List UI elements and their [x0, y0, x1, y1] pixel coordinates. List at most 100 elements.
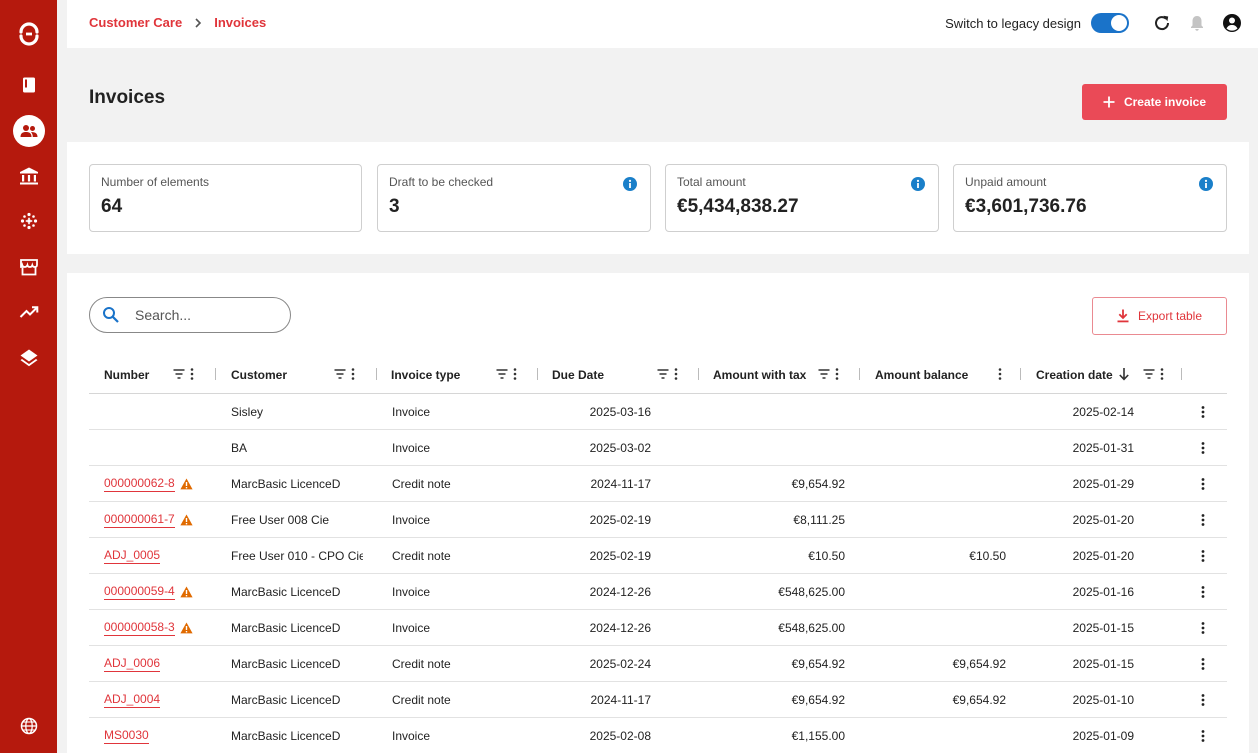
kpi-value: 3 — [389, 196, 400, 217]
row-actions-button[interactable] — [1195, 440, 1211, 456]
creation-date-cell: 2025-02-14 — [1072, 405, 1134, 419]
account-button[interactable] — [1220, 11, 1244, 35]
invoice-number-link[interactable]: MS0030 — [104, 728, 149, 744]
column-header-due-date[interactable]: Due Date — [552, 356, 604, 394]
more-vertical-icon[interactable] — [674, 367, 678, 381]
filter-icon[interactable] — [333, 367, 347, 381]
amount-with-tax-cell: €548,625.00 — [778, 585, 845, 599]
sidebar-item-language[interactable] — [0, 708, 57, 744]
due-date-cell: 2024-11-17 — [590, 693, 652, 707]
column-separator[interactable] — [698, 368, 699, 380]
create-invoice-button[interactable]: Create invoice — [1082, 84, 1227, 120]
create-invoice-label: Create invoice — [1123, 95, 1207, 109]
filter-icon[interactable] — [172, 367, 186, 381]
invoice-number-link[interactable]: ADJ_0004 — [104, 692, 161, 708]
search-input[interactable] — [135, 307, 275, 323]
table-row[interactable]: MS0030 MarcBasic LicenceD Invoice 2025-0… — [89, 718, 1227, 753]
info-icon[interactable] — [623, 177, 637, 191]
bank-icon — [19, 167, 38, 185]
legacy-design-toggle[interactable] — [1091, 13, 1129, 33]
column-separator[interactable] — [1020, 368, 1021, 380]
more-vertical-icon[interactable] — [513, 367, 517, 381]
row-actions-button[interactable] — [1195, 476, 1211, 492]
column-separator[interactable] — [376, 368, 377, 380]
kpi-value: €5,434,838.27 — [677, 196, 799, 217]
invoice-number-link[interactable]: 000000061-7 — [104, 512, 175, 528]
filter-icon[interactable] — [817, 367, 831, 381]
invoice-number-link[interactable]: 000000059-4 — [104, 584, 175, 600]
table-row[interactable]: ADJ_0006 MarcBasic LicenceD Credit note … — [89, 646, 1227, 682]
row-actions-button[interactable] — [1195, 620, 1211, 636]
creation-date-cell: 2025-01-20 — [1072, 549, 1134, 563]
table-row[interactable]: 000000058-3 MarcBasic LicenceD Invoice 2… — [89, 610, 1227, 646]
filter-icon[interactable] — [656, 367, 670, 381]
row-actions-button[interactable] — [1195, 404, 1211, 420]
table-row[interactable]: 000000059-4 MarcBasic LicenceD Invoice 2… — [89, 574, 1227, 610]
page-title: Invoices — [89, 87, 166, 108]
row-actions-button[interactable] — [1195, 512, 1211, 528]
row-actions-button[interactable] — [1195, 656, 1211, 672]
refresh-icon — [1155, 15, 1170, 31]
info-icon[interactable] — [911, 177, 925, 191]
invoice-type-cell: Invoice — [392, 729, 431, 743]
column-header-amount-with-tax[interactable]: Amount with tax — [713, 356, 806, 394]
sidebar-item-network[interactable] — [0, 203, 57, 239]
sidebar-item-analytics[interactable] — [0, 294, 57, 330]
info-icon[interactable] — [1199, 177, 1213, 191]
row-actions-button[interactable] — [1195, 548, 1211, 564]
row-actions-button[interactable] — [1195, 692, 1211, 708]
more-vertical-icon[interactable] — [351, 367, 355, 381]
creation-date-cell: 2025-01-31 — [1072, 441, 1134, 455]
export-table-button[interactable]: Export table — [1092, 297, 1227, 335]
refresh-button[interactable] — [1150, 11, 1174, 35]
sidebar-item-store[interactable] — [0, 249, 57, 285]
more-vertical-icon[interactable] — [835, 367, 839, 381]
number-cell: MS0030 — [104, 718, 224, 753]
row-actions-button[interactable] — [1195, 584, 1211, 600]
filter-icon[interactable] — [1142, 367, 1156, 381]
app-logo[interactable] — [0, 16, 57, 52]
invoice-type-cell: Invoice — [392, 513, 431, 527]
invoice-number-link[interactable]: ADJ_0006 — [104, 656, 161, 672]
sidebar-item-layers[interactable] — [0, 340, 57, 376]
more-vertical-icon — [1201, 406, 1205, 418]
breadcrumb-current[interactable]: Invoices — [214, 15, 266, 30]
warning-icon — [180, 586, 193, 598]
table-row[interactable]: 000000062-8 MarcBasic LicenceD Credit no… — [89, 466, 1227, 502]
table-row[interactable]: 000000061-7 Free User 008 Cie Invoice 20… — [89, 502, 1227, 538]
more-vertical-icon[interactable] — [190, 367, 194, 381]
breadcrumb-parent-link[interactable]: Customer Care — [89, 15, 182, 30]
column-header-creation-date[interactable]: Creation date — [1036, 356, 1113, 394]
more-vertical-icon — [1201, 442, 1205, 454]
column-header-customer[interactable]: Customer — [231, 356, 287, 394]
arrow-down-icon[interactable] — [1118, 367, 1130, 381]
table-row[interactable]: Sisley Invoice 2025-03-16 2025-02-14 — [89, 394, 1227, 430]
column-separator[interactable] — [537, 368, 538, 380]
table-row[interactable]: BA Invoice 2025-03-02 2025-01-31 — [89, 430, 1227, 466]
column-header-number[interactable]: Number — [104, 356, 149, 394]
sidebar-item-customer-care[interactable] — [0, 113, 57, 149]
invoice-number-link[interactable]: 000000062-8 — [104, 476, 175, 492]
invoice-type-cell: Invoice — [392, 585, 431, 599]
column-header-invoice-type[interactable]: Invoice type — [391, 356, 460, 394]
column-separator[interactable] — [215, 368, 216, 380]
table-row[interactable]: ADJ_0004 MarcBasic LicenceD Credit note … — [89, 682, 1227, 718]
sidebar-item-finance[interactable] — [0, 158, 57, 194]
amount-balance-cell: €9,654.92 — [952, 693, 1006, 707]
table-row[interactable]: ADJ_0005 Free User 010 - CPO Cie Credit … — [89, 538, 1227, 574]
number-cell: 000000058-3 — [104, 610, 224, 646]
notifications-button[interactable] — [1185, 11, 1209, 35]
filter-icon[interactable] — [495, 367, 509, 381]
column-separator[interactable] — [859, 368, 860, 380]
sidebar-item-catalog[interactable] — [0, 67, 57, 103]
invoice-table-panel: Export table Number Customer Invoice typ… — [67, 273, 1249, 753]
more-vertical-icon — [1201, 586, 1205, 598]
more-vertical-icon[interactable] — [998, 367, 1002, 381]
invoice-number-link[interactable]: ADJ_0005 — [104, 548, 161, 564]
column-header-amount-balance[interactable]: Amount balance — [875, 356, 968, 394]
invoice-number-link[interactable]: 000000058-3 — [104, 620, 175, 636]
column-separator[interactable] — [1181, 368, 1182, 380]
more-vertical-icon[interactable] — [1160, 367, 1164, 381]
row-actions-button[interactable] — [1195, 728, 1211, 744]
amount-with-tax-cell: €8,111.25 — [793, 513, 845, 527]
